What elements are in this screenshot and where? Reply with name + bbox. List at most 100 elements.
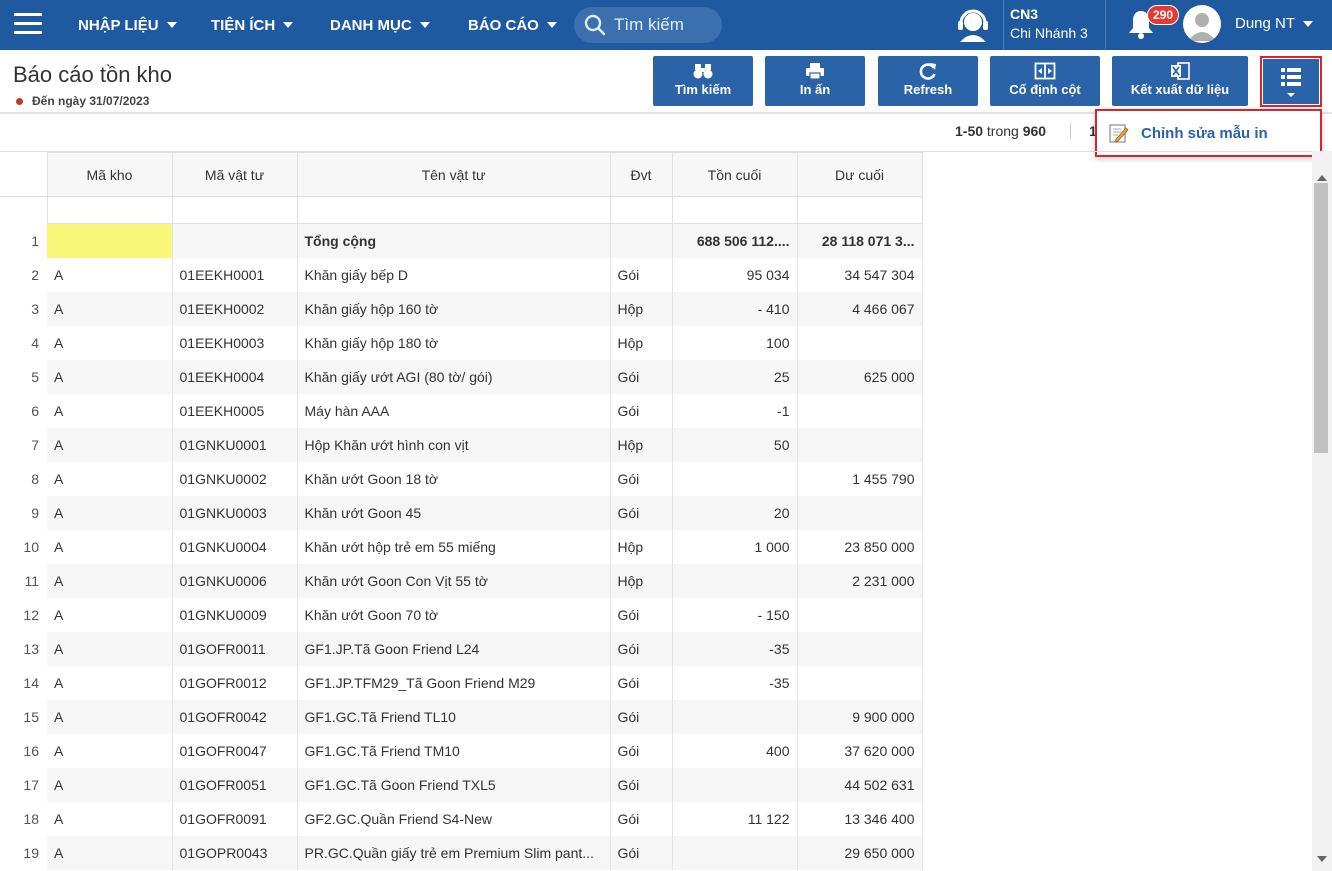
table-row[interactable]: 15 A 01GOFR0042 GF1.GC.Tã Friend TL10 Gói 9 9… — [0, 699, 923, 734]
dvt-cell[interactable]: Gói — [610, 597, 673, 632]
du-cuoi-cell[interactable]: 13 346 400 — [797, 801, 923, 836]
ma-vat-tu-cell[interactable]: 01GOPR0043 — [172, 835, 298, 870]
du-cuoi-cell[interactable]: 2 231 000 — [797, 563, 923, 598]
du-cuoi-cell[interactable] — [797, 393, 923, 428]
total-ton-cuoi[interactable]: 688 506 112.... — [672, 223, 798, 258]
table-row[interactable]: 4 A 01EEKH0003 Khăn giấy hộp 180 tờ Hộp 100 — [0, 325, 923, 360]
ton-cuoi-cell[interactable]: 95 034 — [672, 257, 798, 292]
table-cell[interactable] — [172, 223, 298, 258]
ten-vat-tu-cell[interactable]: Khăn ướt Goon 70 tờ — [297, 597, 611, 632]
ma-vat-tu-cell[interactable]: 01GOFR0091 — [172, 801, 298, 836]
du-cuoi-cell[interactable]: 625 000 — [797, 359, 923, 394]
ten-vat-tu-cell[interactable]: Khăn giấy bếp D — [297, 257, 611, 292]
ton-cuoi-cell[interactable] — [672, 563, 798, 598]
ten-vat-tu-cell[interactable]: GF2.GC.Quần Friend S4-New — [297, 801, 611, 836]
ma-vat-tu-cell[interactable]: 01GOFR0012 — [172, 665, 298, 700]
filter-cell[interactable] — [609, 196, 673, 224]
ten-vat-tu-cell[interactable]: GF1.GC.Tã Goon Friend TXL5 — [297, 767, 611, 802]
du-cuoi-cell[interactable] — [797, 325, 923, 360]
total-label[interactable]: Tổng cộng — [297, 223, 611, 258]
table-row[interactable]: 5 A 01EEKH0004 Khăn giấy ướt AGI (80 tờ/ gó… — [0, 359, 923, 394]
ten-vat-tu-cell[interactable]: GF1.JP.Tã Goon Friend L24 — [297, 631, 611, 666]
ma-vat-tu-cell[interactable]: 01GOFR0011 — [172, 631, 298, 666]
dvt-cell[interactable]: Hộp — [610, 427, 673, 462]
ton-cuoi-cell[interactable] — [672, 461, 798, 496]
ma-kho-cell[interactable]: A — [47, 257, 173, 292]
ton-cuoi-cell[interactable]: 50 — [672, 427, 798, 462]
ma-kho-cell[interactable]: A — [47, 529, 173, 564]
table-row[interactable]: 3 A 01EEKH0002 Khăn giấy hộp 160 tờ Hộp - 410… — [0, 291, 923, 326]
dvt-cell[interactable]: Hộp — [610, 529, 673, 564]
du-cuoi-cell[interactable] — [797, 597, 923, 632]
table-row[interactable]: 2 A 01EEKH0001 Khăn giấy bếp D Gói 95 034 34 5… — [0, 257, 923, 292]
refresh-button[interactable]: Refresh — [878, 56, 978, 106]
ton-cuoi-cell[interactable]: -1 — [672, 393, 798, 428]
du-cuoi-cell[interactable]: 37 620 000 — [797, 733, 923, 768]
print-button[interactable]: In ấn — [765, 56, 865, 106]
table-cell[interactable] — [610, 223, 673, 258]
table-row[interactable]: 7 A 01GNKU0001 Hộp Khăn ướt hình con vịt Hộp… — [0, 427, 923, 462]
table-row[interactable]: 9 A 01GNKU0003 Khăn ướt Goon 45 Gói 20 — [0, 495, 923, 530]
column-header-dvt[interactable]: Đvt — [609, 152, 673, 197]
ton-cuoi-cell[interactable]: - 410 — [672, 291, 798, 326]
du-cuoi-cell[interactable]: 23 850 000 — [797, 529, 923, 564]
ma-vat-tu-cell[interactable]: 01GOFR0051 — [172, 767, 298, 802]
ma-vat-tu-cell[interactable]: 01EEKH0004 — [172, 359, 298, 394]
filter-cell[interactable] — [796, 196, 923, 224]
ma-kho-cell[interactable]: A — [47, 597, 173, 632]
ma-vat-tu-cell[interactable]: 01EEKH0003 — [172, 325, 298, 360]
ma-kho-cell[interactable]: A — [47, 699, 173, 734]
ma-kho-cell[interactable]: A — [47, 359, 173, 394]
column-header-ton-cuoi[interactable]: Tồn cuối — [671, 152, 798, 197]
dvt-cell[interactable]: Gói — [610, 495, 673, 530]
ton-cuoi-cell[interactable]: 11 122 — [672, 801, 798, 836]
ma-vat-tu-cell[interactable]: 01EEKH0005 — [172, 393, 298, 428]
table-row[interactable]: 16 A 01GOFR0047 GF1.GC.Tã Friend TM10 Gói 400… — [0, 733, 923, 768]
export-data-button[interactable]: Kết xuất dữ liệu — [1112, 56, 1248, 106]
ma-vat-tu-cell[interactable]: 01EEKH0001 — [172, 257, 298, 292]
ten-vat-tu-cell[interactable]: Khăn giấy ướt AGI (80 tờ/ gói) — [297, 359, 611, 394]
ma-kho-cell[interactable]: A — [47, 733, 173, 768]
ma-kho-cell[interactable]: A — [47, 325, 173, 360]
dvt-cell[interactable]: Gói — [610, 835, 673, 870]
nav-menu-danh-muc[interactable]: DANH MỤC — [330, 0, 430, 50]
table-row[interactable]: 19 A 01GOPR0043 PR.GC.Quần giấy trẻ em Prem… — [0, 835, 923, 870]
ten-vat-tu-cell[interactable]: Khăn ướt hộp trẻ em 55 miếng — [297, 529, 611, 564]
hamburger-menu-icon[interactable] — [14, 13, 42, 35]
nav-menu-bao-cao[interactable]: BÁO CÁO — [468, 0, 557, 50]
ton-cuoi-cell[interactable]: -35 — [672, 631, 798, 666]
nav-menu-tien-ich[interactable]: TIỆN ÍCH — [211, 0, 294, 50]
dvt-cell[interactable]: Gói — [610, 631, 673, 666]
ten-vat-tu-cell[interactable]: Khăn giấy hộp 180 tờ — [297, 325, 611, 360]
total-row[interactable]: 1 Tổng cộng 688 506 112.... 28 118 071 3… — [0, 223, 923, 258]
avatar[interactable] — [1183, 5, 1221, 43]
ma-kho-cell[interactable]: A — [47, 631, 173, 666]
ma-kho-cell[interactable]: A — [47, 835, 173, 870]
table-row[interactable]: 10 A 01GNKU0004 Khăn ướt hộp trẻ em 55 miến… — [0, 529, 923, 564]
ton-cuoi-cell[interactable]: 25 — [672, 359, 798, 394]
dvt-cell[interactable]: Gói — [610, 461, 673, 496]
ma-kho-cell[interactable]: A — [47, 291, 173, 326]
search-button[interactable]: Tìm kiếm — [653, 56, 753, 106]
edit-print-template-menu-item[interactable]: Chỉnh sửa mẫu in — [1095, 109, 1322, 157]
du-cuoi-cell[interactable]: 1 455 790 — [797, 461, 923, 496]
pagination-page[interactable]: 1 — [1070, 123, 1097, 139]
ton-cuoi-cell[interactable]: 100 — [672, 325, 798, 360]
filter-cell[interactable] — [171, 196, 298, 224]
ma-vat-tu-cell[interactable]: 01GNKU0009 — [172, 597, 298, 632]
filter-cell[interactable] — [671, 196, 798, 224]
scroll-up-icon[interactable] — [1317, 175, 1327, 181]
ten-vat-tu-cell[interactable]: GF1.GC.Tã Friend TM10 — [297, 733, 611, 768]
freeze-column-button[interactable]: Cố định cột — [990, 56, 1100, 106]
dvt-cell[interactable]: Hộp — [610, 325, 673, 360]
search-input[interactable] — [614, 15, 719, 35]
ton-cuoi-cell[interactable] — [672, 699, 798, 734]
table-row[interactable]: 18 A 01GOFR0091 GF2.GC.Quần Friend S4-New Gó… — [0, 801, 923, 836]
table-row[interactable]: 14 A 01GOFR0012 GF1.JP.TFM29_Tã Goon Friend… — [0, 665, 923, 700]
ton-cuoi-cell[interactable]: 20 — [672, 495, 798, 530]
ma-vat-tu-cell[interactable]: 01GNKU0002 — [172, 461, 298, 496]
du-cuoi-cell[interactable]: 29 650 000 — [797, 835, 923, 870]
du-cuoi-cell[interactable] — [797, 427, 923, 462]
ten-vat-tu-cell[interactable]: Hộp Khăn ướt hình con vịt — [297, 427, 611, 462]
ten-vat-tu-cell[interactable]: Máy hàn AAA — [297, 393, 611, 428]
